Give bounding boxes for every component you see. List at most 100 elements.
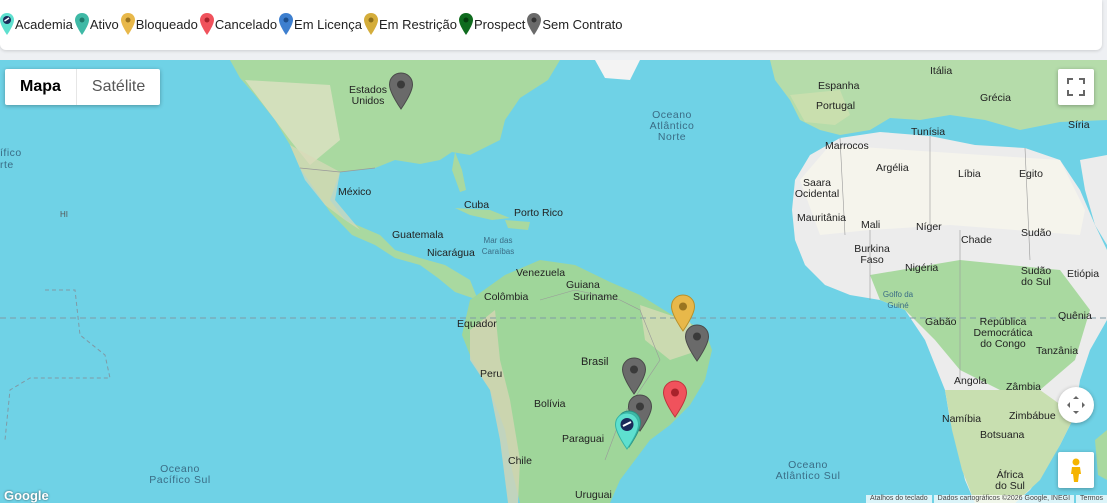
academia-marker-sul[interactable] [614, 412, 640, 450]
em-restricao-marker-icon [363, 13, 378, 35]
map-type-map-button[interactable]: Mapa [5, 69, 77, 105]
label-pacifico-norte-partial-2: rte [0, 159, 14, 171]
legend-item-em-restricao: Em Restrição [363, 13, 457, 35]
map-legend: Academia Ativo Bloqueado Cancelado Em Li… [0, 0, 1102, 50]
label-oceano-atlantico-sul: Oceano Atlântico Sul [775, 459, 841, 482]
florida [452, 152, 466, 192]
legend-label: Em Restrição [378, 16, 457, 32]
label-botsuana: Botsuana [980, 429, 1025, 441]
maritime-boundary [4, 289, 111, 441]
map-type-control: Mapa Satélite [5, 69, 161, 105]
label-egito: Egito [1019, 168, 1043, 180]
label-pacifico-norte-partial: ífico [0, 147, 22, 159]
label-libia: Líbia [958, 168, 981, 180]
label-etiopia: Etiópia [1067, 268, 1100, 280]
cancelado-marker-sudeste[interactable] [662, 380, 688, 418]
map-footer: Atalhos do teclado Dados cartográficos ©… [864, 495, 1107, 503]
label-rep-dem-congo: República Democrática do Congo [973, 316, 1033, 350]
legend-item-em-licenca: Em Licença [279, 13, 362, 35]
academia-marker-icon [0, 13, 14, 35]
terms-link[interactable]: Termos [1076, 495, 1107, 503]
em-licenca-marker-icon [279, 13, 294, 35]
label-oceano-atlantico-norte: Oceano Atlântico Norte [649, 109, 695, 143]
label-gabao: Gabão [925, 316, 957, 328]
ativo-marker-icon [74, 13, 89, 35]
legend-item-ativo: Ativo [74, 13, 119, 35]
label-mexico: México [338, 186, 372, 198]
label-espanha: Espanha [818, 80, 860, 92]
label-suriname: Suriname [573, 291, 618, 303]
camera-move-icon [1067, 396, 1085, 414]
greenland-edge [595, 60, 640, 80]
pegman-icon [1071, 458, 1081, 482]
label-sudao: Sudão [1021, 227, 1052, 239]
cancelado-marker-icon [199, 13, 214, 35]
legend-label: Academia [15, 16, 73, 32]
label-italia: Itália [930, 65, 953, 77]
label-colombia: Colômbia [484, 291, 529, 303]
sem-contrato-marker-usa[interactable] [388, 72, 414, 110]
street-view-pegman-button[interactable] [1058, 452, 1094, 488]
legend-item-prospect: Prospect [459, 13, 525, 35]
label-guatemala: Guatemala [392, 229, 444, 241]
label-nigeria: Nigéria [905, 262, 939, 274]
sem-contrato-marker-icon [527, 13, 542, 35]
label-marrocos: Marrocos [825, 140, 869, 152]
label-argelia: Argélia [876, 162, 909, 174]
label-zambia: Zâmbia [1006, 381, 1042, 393]
label-equador: Equador [457, 318, 497, 330]
legend-label: Em Licença [294, 16, 362, 32]
hispaniola-island [505, 220, 530, 230]
label-estados-unidos: Estados Unidos [349, 84, 387, 107]
map-data-attribution: Dados cartográficos ©2026 Google, INEGI [933, 495, 1075, 503]
legend-label: Ativo [89, 16, 119, 32]
camera-control-button[interactable] [1058, 387, 1094, 423]
label-niger: Níger [916, 221, 942, 233]
legend-label: Bloqueado [135, 16, 198, 32]
label-venezuela: Venezuela [516, 267, 566, 279]
label-mauritania: Mauritânia [797, 212, 847, 224]
fullscreen-button[interactable] [1058, 69, 1094, 105]
label-chade: Chade [961, 234, 992, 246]
label-hi: HI [60, 210, 68, 219]
label-sudao-do-sul: Sudão do Sul [1020, 265, 1052, 288]
legend-item-academia: Academia [0, 13, 73, 35]
label-golfo-da-guine: Golfo da Guiné [882, 290, 914, 310]
sem-contrato-marker-nordeste[interactable] [684, 324, 710, 362]
legend-item-sem-contrato: Sem Contrato [527, 13, 623, 35]
legend-label: Prospect [474, 16, 526, 32]
legend-label: Sem Contrato [542, 16, 623, 32]
label-angola: Angola [954, 375, 987, 387]
label-chile: Chile [508, 455, 532, 467]
map-canvas[interactable]: Estados Unidos México Cuba Porto Rico Gu… [0, 60, 1107, 503]
prospect-marker-icon [459, 13, 473, 35]
label-saara-ocidental: Saara Ocidental [794, 177, 840, 200]
label-quenia: Quênia [1058, 310, 1092, 322]
bloqueado-marker-icon [120, 13, 135, 35]
sem-contrato-marker-centro-oeste[interactable] [621, 357, 647, 395]
label-siria: Síria [1068, 119, 1090, 131]
label-zimbabue: Zimbábue [1009, 410, 1056, 422]
label-africa-do-sul: África do Sul [995, 469, 1025, 492]
label-paraguai: Paraguai [562, 433, 605, 445]
label-tanzania: Tanzânia [1036, 345, 1079, 357]
label-oceano-pacifico-sul: Oceano Pacífico Sul [149, 463, 211, 486]
label-portugal: Portugal [816, 100, 856, 112]
label-cuba: Cuba [464, 199, 490, 211]
keyboard-shortcuts-link[interactable]: Atalhos do teclado [866, 495, 932, 503]
label-tunisia: Tunísia [911, 126, 946, 138]
label-brasil: Brasil [581, 356, 609, 368]
label-namibia: Namíbia [942, 413, 982, 425]
label-peru: Peru [480, 368, 503, 380]
map-type-satellite-button[interactable]: Satélite [77, 69, 160, 105]
label-burkina-faso: Burkina Faso [854, 243, 890, 266]
madagascar-edge [1095, 430, 1107, 480]
label-uruguai: Uruguai [575, 489, 612, 501]
label-mali: Mali [861, 219, 881, 231]
label-porto-rico: Porto Rico [514, 207, 564, 219]
legend-item-cancelado: Cancelado [199, 13, 277, 35]
label-bolivia: Bolívia [534, 398, 566, 410]
label-nicaragua: Nicarágua [427, 247, 475, 259]
label-grecia: Grécia [980, 92, 1011, 104]
legend-item-bloqueado: Bloqueado [120, 13, 198, 35]
